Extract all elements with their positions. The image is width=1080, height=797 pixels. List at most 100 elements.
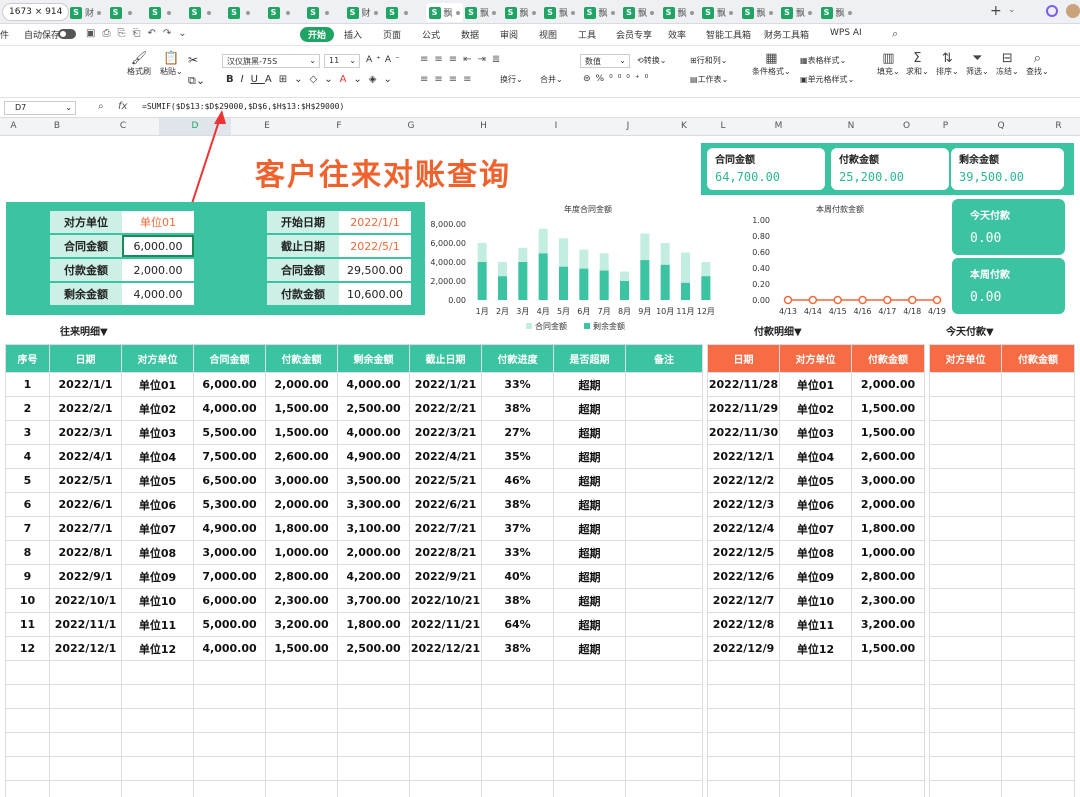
menu-10[interactable]: 智能工具箱 xyxy=(706,28,751,41)
column-header[interactable]: M xyxy=(742,121,815,131)
table-cell[interactable] xyxy=(337,732,410,757)
table-cell[interactable]: 单位10 xyxy=(779,588,852,613)
pay-detail-section-label[interactable]: 付款明细▼ xyxy=(754,323,802,338)
table-cell[interactable] xyxy=(121,780,194,797)
table-cell[interactable] xyxy=(1001,396,1075,421)
table-cell[interactable]: 2022/5/1 xyxy=(49,468,122,493)
table-cell[interactable] xyxy=(265,660,338,685)
fill-button[interactable]: ▥ 填充⌄ xyxy=(877,52,900,77)
table-cell[interactable] xyxy=(337,780,410,797)
align-buttons-2[interactable]: ≡≡≡≡ xyxy=(420,74,478,85)
table-cell[interactable] xyxy=(625,420,703,445)
column-header-cell[interactable]: 对方单位 xyxy=(779,344,852,373)
table-cell[interactable]: 1,500.00 xyxy=(265,396,338,421)
table-cell[interactable]: 3,200.00 xyxy=(265,612,338,637)
table-cell[interactable]: 2022/8/1 xyxy=(49,540,122,565)
table-cell[interactable] xyxy=(1001,468,1075,493)
table-cell[interactable] xyxy=(5,684,50,709)
table-cell[interactable] xyxy=(1001,756,1075,781)
table-cell[interactable] xyxy=(929,540,1002,565)
table-cell[interactable]: 10 xyxy=(5,588,50,613)
table-cell[interactable] xyxy=(481,708,554,733)
table-cell[interactable]: 2022/10/1 xyxy=(49,588,122,613)
table-cell[interactable] xyxy=(1001,492,1075,517)
assistant-icon[interactable] xyxy=(1046,5,1058,17)
table-cell[interactable] xyxy=(193,756,266,781)
table-cell[interactable]: 2022/11/30 xyxy=(707,420,780,445)
column-header-cell[interactable]: 付款进度 xyxy=(481,344,554,373)
menu-9[interactable]: 效率 xyxy=(668,28,686,41)
table-cell[interactable]: 单位08 xyxy=(779,540,852,565)
table-cell[interactable] xyxy=(625,636,703,661)
table-cell[interactable]: 单位05 xyxy=(121,468,194,493)
table-cell[interactable]: 单位01 xyxy=(779,372,852,397)
menu-6[interactable]: 视图 xyxy=(539,28,557,41)
column-header-cell[interactable]: 序号 xyxy=(5,344,50,373)
table-cell[interactable] xyxy=(193,708,266,733)
column-header[interactable]: L xyxy=(704,121,742,131)
table-cell[interactable]: 3,200.00 xyxy=(851,612,925,637)
table-cell[interactable] xyxy=(707,708,780,733)
table-cell[interactable] xyxy=(929,372,1002,397)
copy-icon[interactable]: ⧉⌄ xyxy=(188,74,205,88)
table-cell[interactable] xyxy=(625,516,703,541)
table-cell[interactable]: 33% xyxy=(481,540,554,565)
table-cell[interactable] xyxy=(337,660,410,685)
table-cell[interactable]: 2022/1/21 xyxy=(409,372,482,397)
table-cell[interactable]: 超期 xyxy=(553,372,626,397)
table-cell[interactable] xyxy=(929,492,1002,517)
table-cell[interactable]: 单位02 xyxy=(779,396,852,421)
font-size-controls[interactable]: A⁺A⁻ xyxy=(366,55,404,65)
table-cell[interactable]: 2022/12/1 xyxy=(707,444,780,469)
table-cell[interactable] xyxy=(929,588,1002,613)
document-tab[interactable]: S飘 xyxy=(820,3,852,22)
quick-access-icons[interactable]: ▣⎙⎘⎗↶↷⌄ xyxy=(86,28,194,39)
format-painter-button[interactable]: 🖌 格式刷 xyxy=(127,52,151,77)
table-cell[interactable]: 单位09 xyxy=(779,564,852,589)
table-cell[interactable] xyxy=(553,756,626,781)
table-cell[interactable]: 4,000.00 xyxy=(193,396,266,421)
table-cell[interactable]: 超期 xyxy=(553,612,626,637)
table-cell[interactable] xyxy=(553,708,626,733)
table-cell[interactable] xyxy=(625,564,703,589)
document-tab[interactable]: S xyxy=(228,3,250,22)
column-header[interactable]: C xyxy=(87,121,159,131)
table-cell[interactable] xyxy=(851,708,925,733)
table-cell[interactable]: 2,000.00 xyxy=(851,372,925,397)
table-cell[interactable] xyxy=(1001,612,1075,637)
table-cell[interactable]: 3,000.00 xyxy=(851,468,925,493)
table-cell[interactable] xyxy=(481,780,554,797)
document-tab[interactable]: S xyxy=(188,3,211,22)
table-cell[interactable]: 2,000.00 xyxy=(337,540,410,565)
table-cell[interactable]: 4 xyxy=(5,444,50,469)
table-cell[interactable]: 3,700.00 xyxy=(337,588,410,613)
table-cell[interactable]: 单位12 xyxy=(121,636,194,661)
find-button[interactable]: ⌕ 查找⌄ xyxy=(1026,52,1049,77)
table-cell[interactable] xyxy=(49,756,122,781)
table-cell[interactable]: 2022/12/8 xyxy=(707,612,780,637)
table-cell[interactable]: 2,800.00 xyxy=(265,564,338,589)
table-cell[interactable]: 11 xyxy=(5,612,50,637)
table-cell[interactable] xyxy=(481,756,554,781)
table-cell[interactable]: 4,900.00 xyxy=(193,516,266,541)
table-cell[interactable]: 7 xyxy=(5,516,50,541)
row-col-button[interactable]: ⊞行和列⌄ xyxy=(690,55,727,66)
worksheet-button[interactable]: ▤工作表⌄ xyxy=(690,74,728,85)
document-tab[interactable]: S飘 xyxy=(544,3,576,22)
table-cell[interactable] xyxy=(265,684,338,709)
column-header[interactable]: A xyxy=(0,121,27,131)
merge-button[interactable]: 合并⌄ xyxy=(540,74,563,85)
date-input[interactable]: 2022/5/1 xyxy=(339,235,411,257)
table-cell[interactable] xyxy=(779,708,852,733)
table-cell[interactable]: 4,200.00 xyxy=(337,564,410,589)
table-cell[interactable] xyxy=(5,780,50,797)
table-cell[interactable] xyxy=(1001,684,1075,709)
document-tab[interactable]: S xyxy=(386,3,408,22)
table-cell[interactable] xyxy=(779,684,852,709)
document-tab[interactable]: S飘 xyxy=(702,3,734,22)
table-cell[interactable]: 单位04 xyxy=(779,444,852,469)
column-header-cell[interactable]: 截止日期 xyxy=(409,344,482,373)
table-cell[interactable]: 2022/7/1 xyxy=(49,516,122,541)
table-cell[interactable]: 9 xyxy=(5,564,50,589)
table-cell[interactable]: 1,500.00 xyxy=(851,396,925,421)
